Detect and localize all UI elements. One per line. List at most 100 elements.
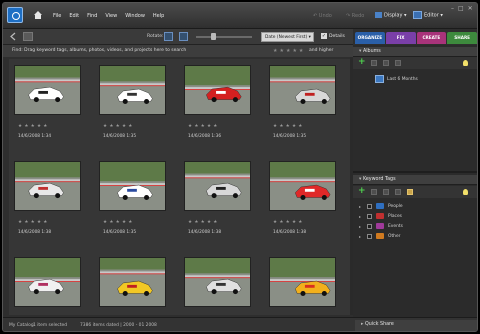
rotate-right-icon[interactable] (179, 32, 188, 41)
edit-album-icon[interactable] (371, 60, 377, 66)
keyword-tags-header[interactable]: Keyword Tags (353, 175, 477, 185)
photo-image[interactable] (14, 257, 81, 307)
details-toggle[interactable]: ✓ Details (321, 33, 345, 39)
find-bar[interactable]: Find: Drag keyword tags, albums, photos,… (3, 45, 353, 57)
photo-image[interactable] (269, 257, 336, 307)
tab-organize[interactable]: ORGANIZE (355, 32, 385, 44)
add-album-icon[interactable]: + (358, 58, 366, 67)
delete-album-icon[interactable] (383, 60, 389, 66)
tab-fix[interactable]: FIX (385, 32, 416, 44)
tag-icon[interactable] (407, 189, 413, 195)
photo-thumbnail[interactable]: ★★★★★ (94, 251, 178, 315)
find-hint: Find: Drag keyword tags, albums, photos,… (12, 48, 187, 53)
photo-thumbnail[interactable]: ★★★★★ (9, 251, 93, 315)
rotate-left-icon[interactable] (164, 32, 173, 41)
sort-order-value: Date (Newest First) (265, 35, 308, 40)
sort-order-select[interactable]: Date (Newest First) ▾ (261, 32, 314, 42)
keyword-item-events[interactable]: ▸ Events (359, 223, 403, 229)
photo-rating[interactable]: ★★★★★ (273, 220, 305, 225)
photo-date: 14/6/2008 1:38 (273, 230, 307, 235)
keyword-item-people[interactable]: ▸ People (359, 203, 403, 209)
photo-thumbnail[interactable]: ★★★★★ 14/6/2008 1:34 (9, 59, 93, 155)
album-options-icon[interactable] (395, 60, 401, 66)
photo-thumbnail[interactable]: ★★★★★ (264, 251, 348, 315)
thumbnail-size-slider[interactable] (196, 36, 252, 38)
albums-toolbar: + (353, 57, 477, 69)
photo-rating[interactable]: ★★★★★ (18, 220, 50, 225)
edit-keyword-icon[interactable] (371, 189, 377, 195)
album-item[interactable]: Last 6 Months (375, 75, 418, 83)
bulb-icon[interactable] (463, 60, 468, 66)
photo-image[interactable] (269, 161, 336, 211)
photo-rating[interactable]: ★★★★★ (18, 124, 50, 129)
undo-button[interactable]: ↶ Undo (313, 13, 332, 19)
photo-rating[interactable]: ★★★★★ (273, 124, 305, 129)
photo-image[interactable] (269, 65, 336, 115)
photo-rating[interactable]: ★★★★★ (188, 220, 220, 225)
maximize-icon[interactable]: □ (458, 5, 464, 12)
tab-create[interactable]: CREATE (416, 32, 447, 44)
photo-image[interactable] (184, 65, 251, 115)
menu-help[interactable]: Help (153, 13, 164, 19)
keyword-checkbox[interactable] (367, 213, 372, 219)
photo-image[interactable] (14, 161, 81, 211)
photo-thumbnail[interactable]: ★★★★★ 14/6/2008 1:36 (179, 59, 263, 155)
view-toggle-icon[interactable] (23, 32, 33, 41)
quick-share-header[interactable]: Quick Share (355, 320, 477, 331)
close-icon[interactable]: ✕ (468, 5, 473, 12)
tag-category-icon (376, 223, 384, 229)
keyword-label: Other (388, 233, 401, 239)
editor-menu-button[interactable]: Editor ▾ (413, 11, 443, 19)
bulb-icon[interactable] (463, 189, 468, 195)
details-checkbox[interactable]: ✓ (321, 33, 327, 39)
rating-filter[interactable]: ★★★★★ (273, 48, 305, 54)
photo-rating[interactable]: ★★★★★ (188, 124, 220, 129)
tab-share[interactable]: SHARE (447, 32, 477, 44)
back-arrow-icon[interactable] (9, 32, 18, 41)
menu-window[interactable]: Window (125, 13, 145, 19)
photo-image[interactable] (184, 257, 251, 307)
photo-thumbnail[interactable]: ★★★★★ 14/6/2008 1:35 (94, 155, 178, 251)
menu-view[interactable]: View (105, 13, 117, 19)
rating-qualifier[interactable]: and higher (309, 48, 333, 53)
photo-thumbnail[interactable]: ★★★★★ 14/6/2008 1:38 (179, 155, 263, 251)
home-icon[interactable] (33, 10, 43, 20)
photo-rating[interactable]: ★★★★★ (103, 124, 135, 129)
keyword-checkbox[interactable] (367, 223, 372, 229)
photo-date: 14/6/2008 1:35 (103, 230, 137, 235)
photo-image[interactable] (184, 161, 251, 211)
albums-header[interactable]: Albums (353, 47, 477, 57)
photo-image[interactable] (99, 161, 166, 211)
photo-image[interactable] (99, 257, 166, 307)
photo-thumbnail[interactable]: ★★★★★ (179, 251, 263, 315)
expand-arrow-icon[interactable]: ▸ (359, 214, 363, 219)
catalog-name[interactable]: My Catalog (9, 323, 34, 328)
menu-find[interactable]: Find (87, 13, 97, 19)
keyword-label: Events (388, 223, 403, 229)
expand-arrow-icon[interactable]: ▸ (359, 234, 363, 239)
display-menu-button[interactable]: Display ▾ (375, 12, 407, 19)
photo-thumbnail[interactable]: ★★★★★ 14/6/2008 1:38 (9, 155, 93, 251)
add-keyword-icon[interactable]: + (358, 187, 366, 196)
minimize-icon[interactable]: – (451, 5, 454, 12)
photo-image[interactable] (99, 65, 166, 115)
keyword-options-icon[interactable] (395, 189, 401, 195)
keyword-checkbox[interactable] (367, 233, 372, 239)
keyword-item-places[interactable]: ▸ Places (359, 213, 402, 219)
photo-thumbnail[interactable]: ★★★★★ 14/6/2008 1:38 (264, 155, 348, 251)
selection-count: 1 item selected (33, 323, 68, 328)
keyword-checkbox[interactable] (367, 203, 372, 209)
photo-thumbnail[interactable]: ★★★★★ 14/6/2008 1:35 (94, 59, 178, 155)
expand-arrow-icon[interactable]: ▸ (359, 204, 363, 209)
delete-keyword-icon[interactable] (383, 189, 389, 195)
slider-knob[interactable] (211, 33, 216, 40)
photo-rating[interactable]: ★★★★★ (103, 220, 135, 225)
photo-thumbnail[interactable]: ★★★★★ 14/6/2008 1:35 (264, 59, 348, 155)
redo-button[interactable]: ↷ Redo (346, 13, 364, 19)
panel-divider[interactable] (353, 171, 477, 173)
menu-edit[interactable]: Edit (69, 13, 79, 19)
photo-image[interactable] (14, 65, 81, 115)
menu-file[interactable]: File (53, 13, 61, 19)
expand-arrow-icon[interactable]: ▸ (359, 224, 363, 229)
keyword-item-other[interactable]: ▸ Other (359, 233, 400, 239)
